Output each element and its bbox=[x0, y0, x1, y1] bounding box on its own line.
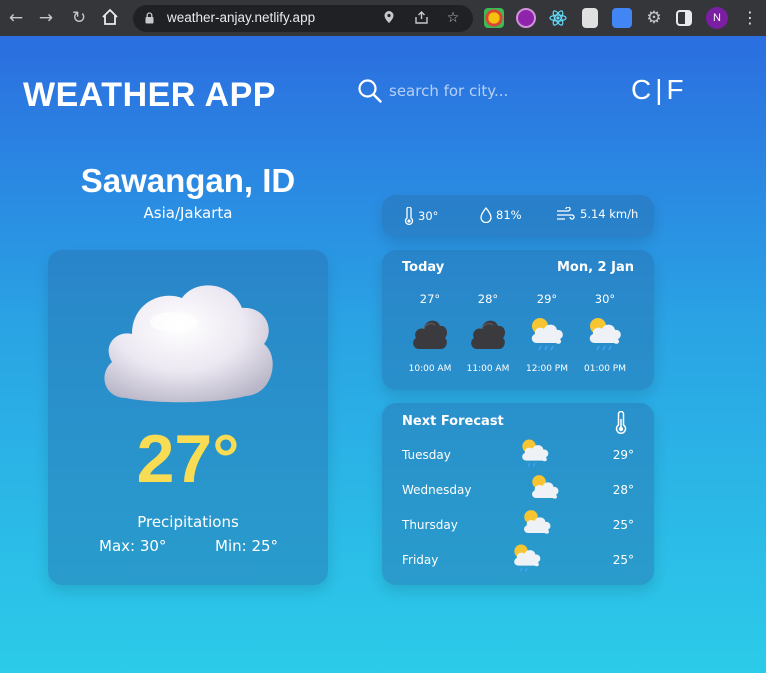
sun-rain-cloud-icon bbox=[522, 439, 549, 467]
weather-app: WEATHER APP C|F Sawangan, ID Asia/Jakart… bbox=[0, 36, 766, 673]
sun-cloud-icon bbox=[524, 510, 551, 534]
city-name: Sawangan, ID bbox=[80, 162, 296, 199]
extension-purple-icon[interactable] bbox=[516, 8, 536, 28]
location-pin-icon[interactable] bbox=[381, 10, 397, 26]
profile-avatar[interactable]: N bbox=[706, 7, 728, 29]
forecast-row: Thursday 25° bbox=[402, 510, 634, 541]
max-temp: Max: 30° bbox=[99, 537, 167, 555]
hourly-item: 30° 01:00 PM bbox=[577, 292, 633, 374]
share-icon[interactable] bbox=[413, 10, 429, 26]
hourly-time: 11:00 AM bbox=[466, 364, 510, 374]
reload-icon[interactable]: ↻ bbox=[69, 8, 89, 28]
fahrenheit-button[interactable]: F bbox=[667, 74, 684, 105]
sun-rain-cloud-icon bbox=[531, 318, 563, 351]
min-temp: Min: 25° bbox=[215, 537, 279, 555]
thermometer-icon bbox=[615, 411, 627, 434]
browser-menu-icon[interactable]: ⋮ bbox=[742, 8, 758, 28]
unit-separator: | bbox=[655, 74, 663, 105]
forecast-row: Friday 25° bbox=[402, 544, 634, 576]
address-bar[interactable]: weather-anjay.netlify.app ☆ bbox=[133, 5, 473, 32]
browser-toolbar: ← → ↻ weather-anjay.netlify.app ☆ ⚙ N ⋮ bbox=[0, 0, 766, 36]
wind-value: 5.14 km/h bbox=[580, 207, 639, 221]
feels-like-value: 30° bbox=[418, 209, 439, 223]
timezone: Asia/Jakarta bbox=[143, 204, 233, 222]
sun-cloud-icon bbox=[532, 475, 559, 499]
forward-arrow-icon[interactable]: → bbox=[36, 8, 56, 28]
dark-cloud-icon bbox=[471, 320, 506, 349]
hourly-temp: 30° bbox=[594, 292, 616, 306]
hourly-time: 01:00 PM bbox=[584, 364, 626, 374]
thermometer-icon bbox=[404, 207, 414, 225]
sun-rain-cloud-icon bbox=[514, 544, 541, 572]
forecast-day: Wednesday bbox=[402, 483, 472, 497]
today-date: Mon, 2 Jan bbox=[556, 260, 634, 275]
hourly-temp: 29° bbox=[536, 292, 558, 306]
forecast-temp: 25° bbox=[612, 518, 634, 532]
forecast-temp: 29° bbox=[612, 448, 634, 462]
weather-condition: Precipitations bbox=[137, 513, 239, 531]
water-drop-icon bbox=[480, 207, 492, 223]
current-temperature: 27° bbox=[136, 421, 240, 497]
today-hourly-card: Today Mon, 2 Jan 27° 10:00 AM 28° 11:00 … bbox=[382, 250, 654, 390]
search-input[interactable] bbox=[389, 80, 549, 102]
search-icon[interactable] bbox=[357, 78, 383, 104]
extensions-puzzle-icon[interactable]: ⚙ bbox=[644, 8, 664, 28]
celsius-button[interactable]: C bbox=[631, 74, 651, 105]
url-text: weather-anjay.netlify.app bbox=[167, 10, 316, 25]
dark-cloud-icon bbox=[413, 320, 448, 349]
hourly-time: 12:00 PM bbox=[526, 364, 568, 374]
forecast-day: Friday bbox=[402, 553, 439, 567]
humidity-stat: 81% bbox=[480, 207, 522, 223]
forecast-row: Tuesday 29° bbox=[402, 439, 634, 471]
hourly-item: 27° 10:00 AM bbox=[402, 292, 458, 374]
cloud-icon bbox=[104, 285, 273, 403]
forecast-row: Wednesday 28° bbox=[402, 475, 634, 506]
current-weather-card: 27° Precipitations Max: 30° Min: 25° bbox=[48, 250, 328, 585]
google-translate-icon[interactable] bbox=[612, 8, 632, 28]
feels-like-stat: 30° bbox=[404, 207, 438, 225]
hourly-item: 28° 11:00 AM bbox=[460, 292, 516, 374]
forecast-temp: 25° bbox=[612, 553, 634, 567]
extension-colorful-icon[interactable] bbox=[484, 8, 504, 28]
next-forecast-card: Next Forecast Tuesday 29° Wednesday 28° … bbox=[382, 403, 654, 585]
hourly-temp: 28° bbox=[477, 292, 499, 306]
forecast-day: Tuesday bbox=[402, 448, 451, 462]
humidity-value: 81% bbox=[496, 208, 522, 222]
app-logo: WEATHER APP bbox=[23, 76, 276, 114]
forecast-label: Next Forecast bbox=[402, 414, 504, 429]
lock-icon bbox=[145, 12, 154, 24]
today-label: Today bbox=[402, 260, 445, 275]
search-bar bbox=[357, 78, 557, 106]
home-icon[interactable] bbox=[100, 8, 120, 28]
star-icon[interactable]: ☆ bbox=[445, 10, 461, 26]
side-panel-icon[interactable] bbox=[676, 10, 692, 26]
sun-rain-cloud-icon bbox=[589, 318, 621, 351]
unit-toggle: C | F bbox=[631, 74, 684, 106]
stats-card: 30° 81% 5.14 km/h bbox=[382, 195, 654, 237]
forecast-temp: 28° bbox=[612, 483, 634, 497]
wind-stat: 5.14 km/h bbox=[556, 207, 638, 221]
hourly-time: 10:00 AM bbox=[408, 364, 452, 374]
react-devtools-icon[interactable] bbox=[548, 8, 568, 28]
hourly-temp: 27° bbox=[419, 292, 441, 306]
extension-doc-icon[interactable] bbox=[582, 8, 598, 28]
back-arrow-icon[interactable]: ← bbox=[6, 8, 26, 28]
hourly-item: 29° 12:00 PM bbox=[519, 292, 575, 374]
wind-icon bbox=[557, 207, 575, 220]
forecast-day: Thursday bbox=[402, 518, 458, 532]
